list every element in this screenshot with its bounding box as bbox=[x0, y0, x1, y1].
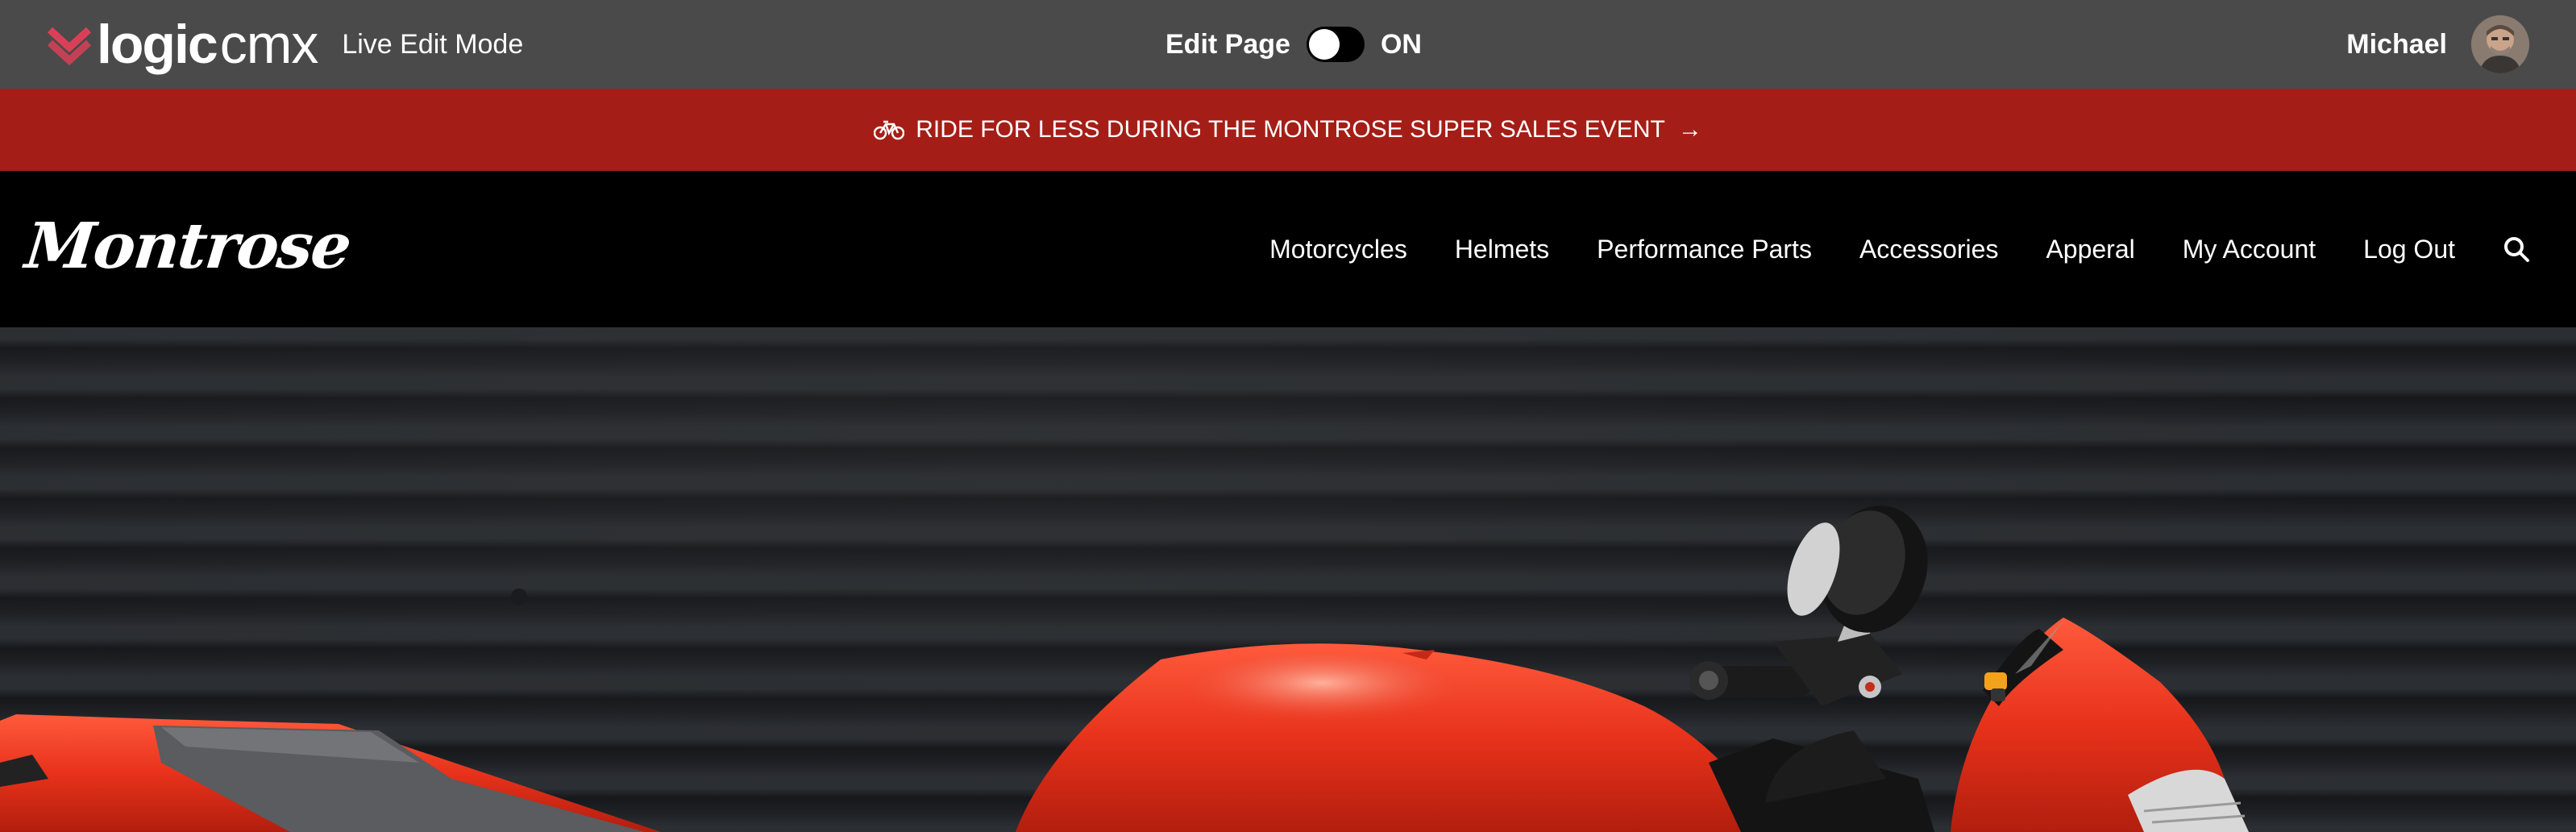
bicycle-icon bbox=[874, 120, 905, 140]
logiccmx-chevron-icon bbox=[47, 27, 92, 66]
main-nav: Motorcycles Helmets Performance Parts Ac… bbox=[1222, 171, 2531, 327]
logo-text-light: cmx bbox=[219, 14, 319, 75]
hero-motorcycle-image bbox=[0, 505, 2249, 832]
nav-accessories[interactable]: Accessories bbox=[1859, 235, 1999, 264]
logo-text-bold: logic bbox=[97, 14, 218, 75]
site-header: Montrose Motorcycles Helmets Performance… bbox=[0, 171, 2576, 327]
nav-helmets[interactable]: Helmets bbox=[1455, 235, 1549, 264]
nav-motorcycles[interactable]: Motorcycles bbox=[1269, 235, 1407, 264]
promo-text: RIDE FOR LESS DURING THE MONTROSE SUPER … bbox=[916, 116, 1665, 143]
nav-apperal[interactable]: Apperal bbox=[2046, 235, 2134, 264]
switch-knob bbox=[1308, 29, 1340, 60]
avatar-image bbox=[2471, 15, 2529, 73]
edit-page-label: Edit Page bbox=[1165, 28, 1290, 60]
user-name: Michael bbox=[2346, 28, 2447, 60]
logiccmx-logo[interactable]: logic cmx Live Edit Mode bbox=[47, 0, 523, 89]
user-menu[interactable]: Michael bbox=[2346, 0, 2529, 89]
hero-banner bbox=[0, 327, 2576, 832]
avatar[interactable] bbox=[2471, 15, 2529, 73]
arrow-right-icon: → bbox=[1677, 116, 1702, 143]
edit-state-label: ON bbox=[1380, 28, 1422, 60]
edit-page-switch[interactable] bbox=[1306, 27, 1365, 62]
nav-performance-parts[interactable]: Performance Parts bbox=[1597, 235, 1812, 264]
nav-log-out[interactable]: Log Out bbox=[2363, 235, 2455, 264]
site-logo[interactable]: Montrose bbox=[22, 210, 353, 283]
promo-banner[interactable]: RIDE FOR LESS DURING THE MONTROSE SUPER … bbox=[0, 89, 2576, 171]
search-icon[interactable] bbox=[2502, 235, 2531, 264]
nav-my-account[interactable]: My Account bbox=[2183, 235, 2316, 264]
mode-label: Live Edit Mode bbox=[342, 28, 524, 60]
cms-toolbar: logic cmx Live Edit Mode Edit Page ON Mi… bbox=[0, 0, 2576, 89]
edit-page-toggle-group: Edit Page ON bbox=[1165, 0, 1422, 89]
